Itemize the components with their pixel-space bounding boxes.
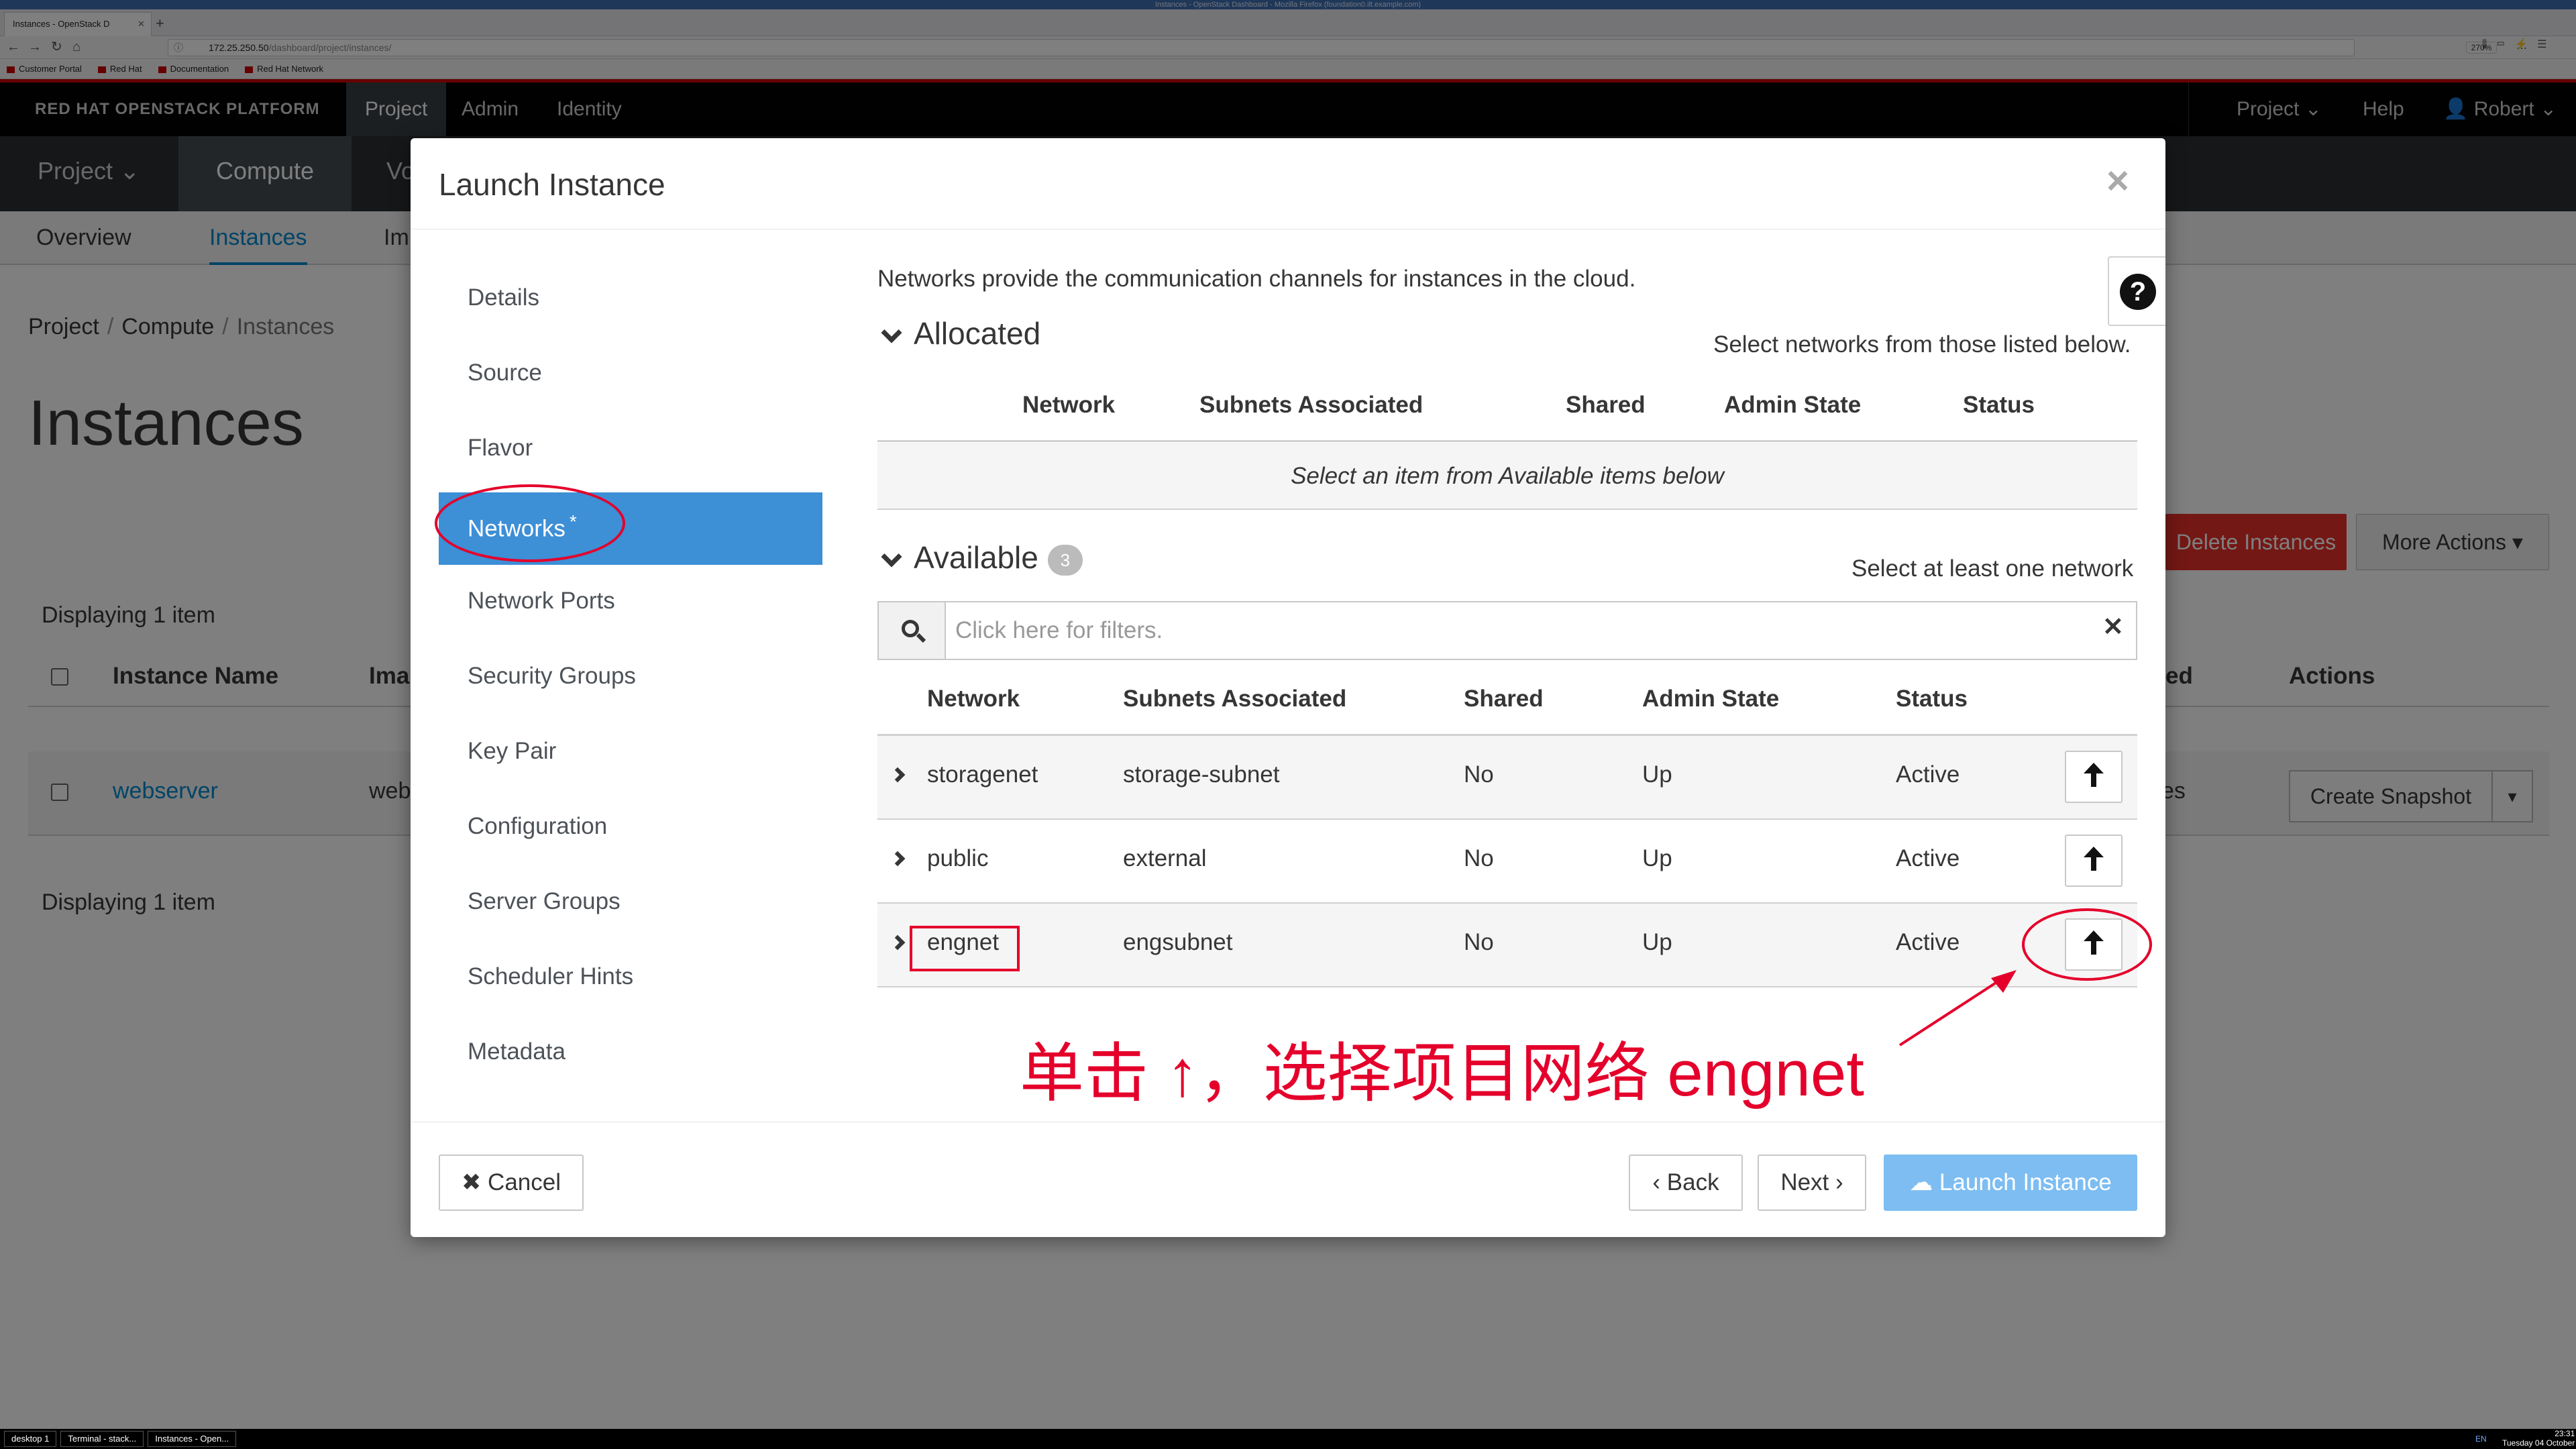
network-shared: No (1464, 929, 1494, 955)
network-admin-state: Up (1642, 929, 1672, 955)
annotation-circle-up-button (2022, 908, 2152, 981)
chevron-down-icon (881, 322, 902, 343)
network-admin-state: Up (1642, 845, 1672, 871)
cloud-upload-icon: ☁ (1909, 1169, 1933, 1195)
alloc-col-status: Status (1963, 392, 2035, 418)
close-icon: ✖ (461, 1169, 482, 1195)
avail-col-admin-state: Admin State (1642, 686, 1780, 712)
step-scheduler-hints[interactable]: Scheduler Hints (468, 963, 633, 990)
expand-row-icon[interactable] (890, 851, 906, 867)
alloc-col-shared: Shared (1566, 392, 1646, 418)
step-server-groups[interactable]: Server Groups (468, 888, 621, 915)
annotation-circle-networks (435, 484, 625, 562)
filter-input[interactable] (955, 608, 2082, 653)
alloc-col-network: Network (1022, 392, 1116, 418)
divider (877, 440, 2137, 442)
avail-col-subnets: Subnets Associated (1123, 686, 1347, 712)
back-button[interactable]: ‹ Back (1629, 1155, 1743, 1211)
allocate-button[interactable] (2065, 751, 2123, 803)
help-button[interactable]: ? (2108, 256, 2165, 326)
clear-filter-icon[interactable]: ✕ (2102, 612, 2124, 642)
taskbar-terminal[interactable]: Terminal - stack... (60, 1431, 144, 1447)
taskbar-desktop[interactable]: desktop 1 (4, 1431, 57, 1447)
allocated-section-toggle[interactable]: Allocated (877, 315, 1040, 352)
annotation-arrow (1898, 970, 2017, 1046)
avail-col-network: Network (927, 686, 1020, 712)
network-name: public (927, 845, 989, 871)
step-configuration[interactable]: Configuration (468, 813, 607, 840)
modal-header: Launch Instance × (411, 138, 2165, 229)
annotation-box-engnet (910, 926, 1020, 971)
network-status: Active (1896, 845, 1960, 871)
available-section-toggle[interactable]: Available 3 (877, 539, 1083, 576)
step-key-pair[interactable]: Key Pair (468, 738, 556, 765)
next-button[interactable]: Next › (1758, 1155, 1866, 1211)
network-subnet: storage-subnet (1123, 761, 1280, 788)
network-subnet: external (1123, 845, 1207, 871)
available-hint: Select at least one network (1851, 555, 2134, 582)
expand-row-icon[interactable] (890, 767, 906, 784)
avail-col-status: Status (1896, 686, 1968, 712)
cancel-button[interactable]: ✖ Cancel (439, 1155, 584, 1211)
network-admin-state: Up (1642, 761, 1672, 788)
alloc-col-admin-state: Admin State (1724, 392, 1862, 418)
chevron-left-icon: ‹ (1652, 1169, 1661, 1195)
chevron-right-icon: › (1835, 1169, 1843, 1195)
table-row: storagenet storage-subnet No Up Active (877, 736, 2137, 820)
chevron-down-icon (881, 546, 902, 568)
search-icon (879, 602, 946, 659)
network-subnet: engsubnet (1123, 929, 1233, 955)
clock: 23:31 Tuesday 04 October (2502, 1429, 2575, 1448)
expand-row-icon[interactable] (890, 934, 906, 951)
close-icon[interactable]: × (2106, 158, 2129, 203)
taskbar-firefox[interactable]: Instances - Open... (148, 1431, 237, 1447)
modal-title: Launch Instance (439, 167, 665, 202)
network-name: storagenet (927, 761, 1038, 788)
allocated-empty-message: Select an item from Available items belo… (877, 443, 2137, 510)
filter-bar: ✕ (877, 601, 2137, 660)
taskbar: desktop 1 Terminal - stack... Instances - … (0, 1429, 2576, 1449)
step-flavor[interactable]: Flavor (468, 435, 533, 462)
table-row: public external No Up Active (877, 820, 2137, 904)
network-shared: No (1464, 845, 1494, 871)
available-count-badge: 3 (1047, 544, 1083, 576)
step-security-groups[interactable]: Security Groups (468, 663, 636, 690)
modal-footer: ✖ Cancel ‹ Back Next › ☁ Launch Instance (411, 1122, 2165, 1237)
network-status: Active (1896, 761, 1960, 788)
alloc-col-subnets: Subnets Associated (1199, 392, 1424, 418)
question-icon: ? (2120, 274, 2156, 310)
network-status: Active (1896, 929, 1960, 955)
allocated-hint: Select networks from those listed below. (1713, 331, 2131, 358)
step-metadata[interactable]: Metadata (468, 1038, 566, 1065)
avail-col-shared: Shared (1464, 686, 1544, 712)
allocate-button[interactable] (2065, 835, 2123, 887)
step-network-ports[interactable]: Network Ports (468, 588, 615, 614)
networks-intro: Networks provide the communication chann… (877, 266, 1636, 292)
step-source[interactable]: Source (468, 360, 542, 386)
network-shared: No (1464, 761, 1494, 788)
keyboard-layout[interactable]: EN (2475, 1429, 2487, 1449)
step-details[interactable]: Details (468, 284, 539, 311)
launch-instance-button[interactable]: ☁ Launch Instance (1884, 1155, 2137, 1211)
annotation-text: 单击 ↑，选择项目网络 engnet (1020, 1038, 1864, 1110)
